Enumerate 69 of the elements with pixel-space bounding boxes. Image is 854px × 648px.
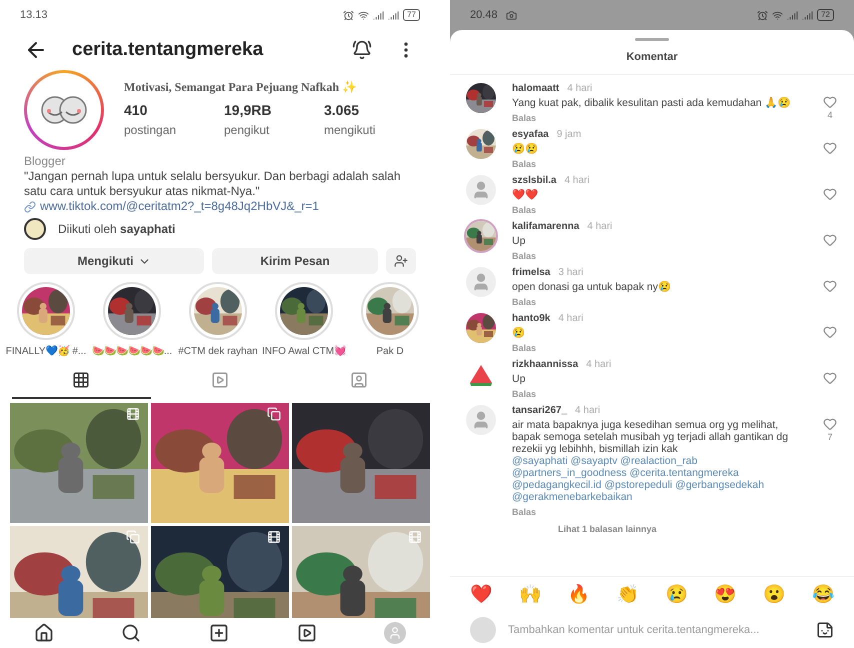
comment-time: 4 hari: [587, 220, 612, 232]
like-count: 7: [827, 430, 832, 444]
comment-time: 4 hari: [564, 174, 590, 186]
view-replies-link[interactable]: Lihat 1 balasan lainnya: [558, 522, 657, 536]
profile-bio: "Jangan pernah lupa untuk selalu bersyukur. Dan berbagi adalah salah satu cara untuk bersyukur atas nikmat-Nya.": [24, 169, 402, 199]
highlight-label: #CTM dek rayhan: [178, 345, 258, 359]
status-time: 20.48: [470, 8, 498, 23]
reply-link[interactable]: Balas: [512, 204, 536, 216]
profile-username: cerita.tentangmereka: [72, 38, 264, 62]
comment-time: 4 hari: [567, 82, 592, 94]
comment-text: ❤❤: [512, 188, 539, 200]
comment-username[interactable]: hanto9k: [512, 312, 550, 324]
reply-link[interactable]: Balas: [512, 112, 536, 124]
like-count: 4: [827, 108, 832, 122]
comment-time: 3 hari: [558, 266, 584, 278]
comment-username[interactable]: frimelsa: [512, 266, 550, 278]
highlight-label: FINALLY💙🥳 #...: [6, 344, 86, 359]
comment-text: air mata bapaknya juga kesedihan semua org yg melihat, bapak semoga setelah musibah yg terjadi allah gantikan dg rezekii yg lebihhh, bismillah izin kak: [512, 418, 790, 454]
profile-link[interactable]: www.tiktok.com/@ceritatm2?_t=8g48Jq2HbVJ&_r=1: [40, 199, 319, 214]
status-time: 13.13: [20, 8, 48, 23]
stat-value: 19,9RB: [224, 101, 272, 120]
profile-category: Blogger: [24, 154, 66, 169]
mention-links[interactable]: @sayaphati @sayaptv @realaction_rab @partners_in_goodness @cerita.tentangmereka @pedagangkecil.id @pstorepeduli @gerbangsedekah @gerakmenebarkebaikan: [512, 454, 806, 502]
reply-link[interactable]: Balas: [512, 296, 536, 308]
comment-username[interactable]: rizkhaannissa: [512, 358, 578, 370]
battery-level: 72: [817, 9, 834, 21]
reply-link[interactable]: Balas: [512, 388, 536, 400]
reply-link[interactable]: Balas: [512, 506, 536, 518]
reaction-emoji[interactable]: 🙌: [518, 581, 541, 608]
comment-time: 4 hari: [558, 312, 584, 324]
highlight-label: 🍉🍉🍉🍉🍉🍉...: [92, 345, 172, 359]
comment-username[interactable]: halomaatt: [512, 82, 560, 94]
comment-text: Yang kuat pak, dibalik kesulitan pasti ada kemudahan 🙏😢: [512, 96, 792, 108]
reply-link[interactable]: Balas: [512, 250, 536, 262]
battery-level: 77: [403, 9, 420, 21]
reaction-emoji[interactable]: 😍: [714, 581, 736, 608]
stat-label: postingan: [124, 122, 178, 139]
sheet-title: Komentar: [626, 50, 678, 65]
comment-input[interactable]: Tambahkan komentar untuk cerita.tentangmereka...: [508, 622, 804, 638]
reaction-emoji[interactable]: 😂: [812, 581, 834, 608]
comment-username[interactable]: szslsbil.a: [512, 174, 556, 186]
profile-full-name: Motivasi, Semangat Para Pejuang Nafkah ✨: [124, 79, 358, 96]
comment-time: 4 hari: [586, 358, 612, 370]
comment-text: Up: [512, 372, 526, 384]
stat-label: mengikuti: [324, 122, 376, 139]
stat-label: pengikut: [224, 122, 270, 139]
comment-text: 😢😢: [512, 142, 539, 154]
comment-time: 9 jam: [556, 128, 582, 140]
highlight-label: Pak D: [376, 345, 404, 359]
comment-username[interactable]: kalifamarenna: [512, 220, 580, 232]
reaction-emoji[interactable]: 👏: [616, 581, 639, 608]
reply-link[interactable]: Balas: [512, 158, 536, 170]
reaction-emoji[interactable]: 🔥: [568, 581, 590, 608]
comment-username[interactable]: tansari267_: [512, 404, 568, 416]
comment-text: open donasi ga untuk bapak ny😢: [512, 280, 672, 292]
reaction-emoji[interactable]: 😮: [763, 581, 786, 608]
message-button[interactable]: Kirim Pesan: [212, 248, 378, 274]
following-button[interactable]: Mengikuti: [24, 248, 204, 274]
comment-time: 4 hari: [575, 404, 600, 416]
comment-username[interactable]: esyafaa: [512, 128, 549, 140]
highlight-label: INFO Awal CTM💓: [262, 344, 346, 359]
comment-text: 😢: [512, 326, 526, 338]
reply-link[interactable]: Balas: [512, 342, 536, 354]
followed-by-text: Diikuti oleh sayaphati: [58, 222, 176, 236]
reaction-emoji[interactable]: ❤: [470, 581, 492, 608]
stat-value: 410: [124, 101, 148, 120]
reaction-emoji[interactable]: 😢: [665, 581, 688, 608]
comment-text: Up: [512, 234, 526, 246]
stat-value: 3.065: [324, 101, 360, 120]
